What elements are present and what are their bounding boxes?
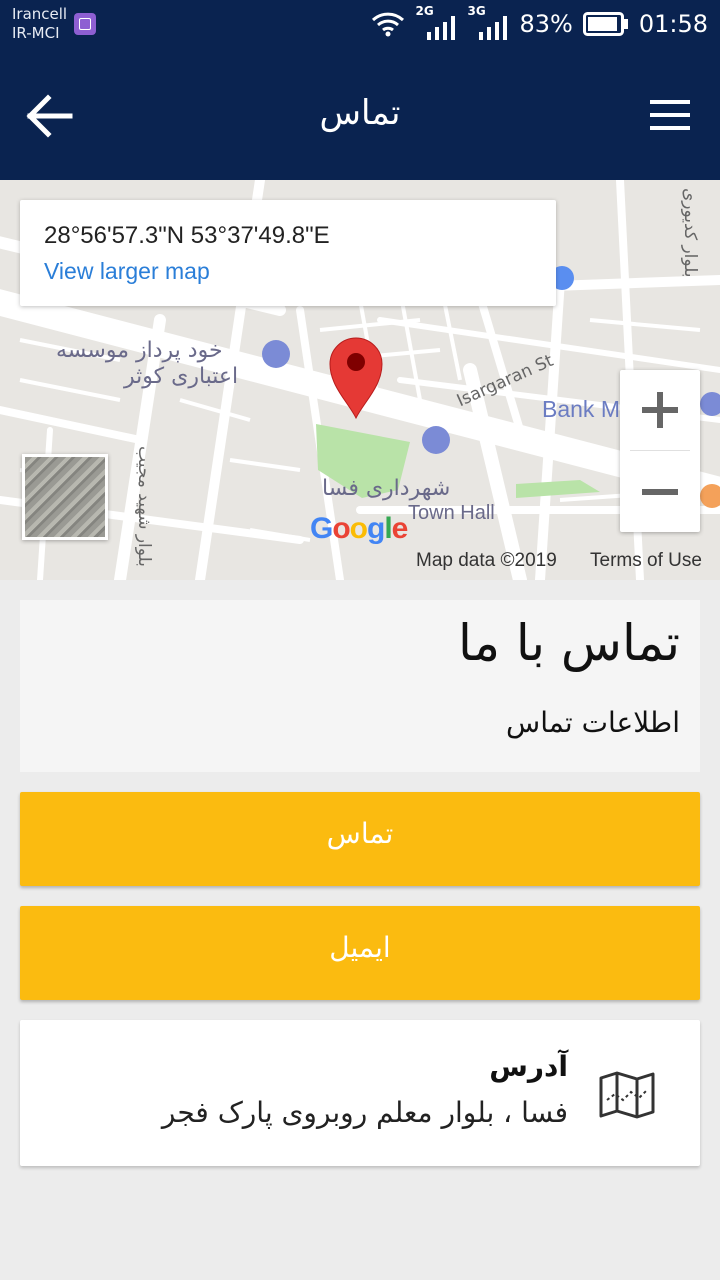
view-larger-map-link[interactable]: View larger map [44,258,210,285]
map-label-poi-line-1: خود پرداز موسسه [56,338,223,363]
contact-header-card: تماس با ما اطلاعات تماس [20,600,700,772]
google-logo-letter: o [332,512,350,545]
page-title: تماس [319,93,401,133]
map-data-credit: Map data ©2019 [416,550,557,571]
call-button[interactable]: تماس [20,792,700,886]
satellite-view-toggle[interactable] [22,454,108,540]
map-label-town-hall-en: Town Hall [408,502,495,524]
signal-2g: 2G [415,4,457,40]
wifi-icon [372,12,405,37]
signal-3g: 3G [467,4,509,40]
back-button[interactable] [20,88,76,144]
hamburger-menu-icon [650,100,690,130]
address-card: آدرس فسا ، بلوار معلم روبروی پارک فجر [20,1020,700,1166]
signal-bars-icon [427,16,456,40]
status-icons: 2G 3G 83% 01:58 [371,4,708,40]
map-info-card: 28°56'57.3"N 53°37'49.8"E View larger ma… [20,200,556,306]
google-logo-letter: G [310,512,333,545]
embedded-map[interactable]: خود پرداز موسسه اعتباری کوثر Isargaran S… [0,180,720,580]
menu-button[interactable] [646,92,694,140]
zoom-divider [630,450,690,451]
battery-percent: 83% [519,10,573,38]
minus-icon [642,489,678,495]
map-label-poi-line-2: اعتباری کوثر [124,364,239,389]
carrier-name-2: IR-MCI [12,24,60,42]
google-logo-letter: o [349,512,368,545]
signal-bars-icon [479,16,508,40]
map-zoom-controls [620,370,700,532]
address-title: آدرس [489,1050,568,1083]
zoom-out-button[interactable] [620,452,700,532]
folded-map-icon [599,1071,655,1119]
contact-title: تماس با ما [457,614,680,672]
map-label-town-hall-fa: شهرداری فسا [322,476,451,501]
app-bar: تماس [0,48,720,180]
battery-icon [582,12,628,36]
google-logo-letter: g [367,512,385,545]
zoom-in-button[interactable] [620,370,700,450]
contact-subtitle: اطلاعات تماس [506,706,680,739]
map-label-street-2: بلوار کدیوری [680,188,700,278]
arrow-left-icon [26,94,73,138]
map-label-street-3: بلوار شهید مجیب [134,446,154,567]
gallery-notification-icon [74,13,96,35]
carrier-name-1: Irancell [12,5,68,23]
google-logo-letter: l [384,512,392,545]
map-coordinates: 28°56'57.3"N 53°37'49.8"E [44,222,330,249]
map-label-bank: Bank M [542,396,620,422]
google-logo: Google [310,512,409,546]
carrier-info: Irancell IR-MCI [12,5,67,43]
clock: 01:58 [638,10,708,38]
email-button[interactable]: ایمیل [20,906,700,1000]
plus-icon [642,392,678,428]
status-bar: Irancell IR-MCI 2G 3G 83% 01:58 [0,0,720,48]
terms-of-use-link[interactable]: Terms of Use [590,550,702,572]
google-logo-letter: e [391,512,409,545]
address-text: فسا ، بلوار معلم روبروی پارک فجر [161,1096,568,1129]
